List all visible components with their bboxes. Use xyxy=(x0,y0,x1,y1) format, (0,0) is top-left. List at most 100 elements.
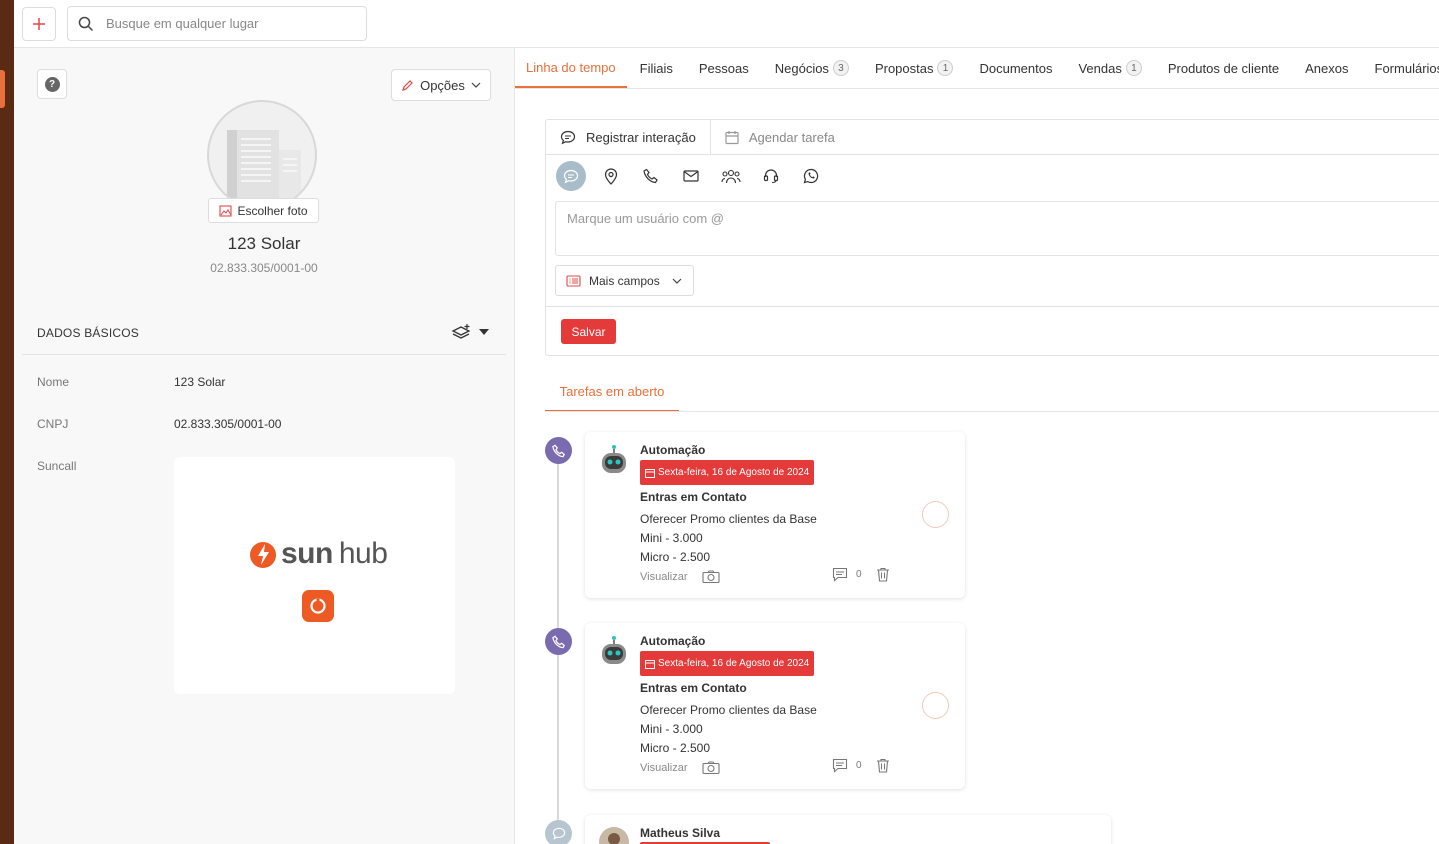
logo-hub-text: hub xyxy=(338,537,388,570)
calendar-icon xyxy=(725,130,739,144)
task-card[interactable]: Automação Sexta-feira, 16 de Agosto de 2… xyxy=(585,432,965,598)
tab-attachments[interactable]: Anexos xyxy=(1292,48,1361,88)
camera-icon[interactable] xyxy=(702,570,720,586)
comments-count: 0 xyxy=(856,569,862,580)
field-label-name: Nome xyxy=(37,375,70,389)
more-fields-button[interactable]: Mais campos xyxy=(555,265,694,296)
type-call-icon[interactable] xyxy=(636,161,666,191)
tab-register-interaction[interactable]: Registrar interação xyxy=(546,120,711,154)
type-visit-icon[interactable] xyxy=(596,161,626,191)
save-button[interactable]: Salvar xyxy=(561,319,616,344)
chevron-down-icon xyxy=(672,278,682,284)
company-name: 123 Solar xyxy=(227,234,301,253)
timeline-call-icon xyxy=(545,437,572,464)
view-link[interactable]: Visualizar xyxy=(640,762,688,774)
task-description-line: Micro - 2.500 xyxy=(640,741,711,755)
add-button[interactable] xyxy=(22,7,56,41)
layers-add-icon[interactable] xyxy=(451,323,471,341)
field-value-cnpj: 02.833.305/0001-00 xyxy=(174,417,282,431)
tab-open-tasks[interactable]: Tarefas em aberto xyxy=(545,372,679,412)
search-box[interactable] xyxy=(67,6,367,41)
tab-label: Anexos xyxy=(1305,60,1349,76)
comments-count: 0 xyxy=(856,760,862,771)
tab-documents[interactable]: Documentos xyxy=(966,48,1065,88)
divider xyxy=(545,411,1439,412)
tab-customer-products[interactable]: Produtos de cliente xyxy=(1155,48,1292,88)
comment-icon xyxy=(832,567,848,582)
caret-down-icon[interactable] xyxy=(479,329,489,335)
type-note-icon[interactable] xyxy=(556,161,586,191)
logo-sun-text: sun xyxy=(281,537,333,570)
count-badge: 3 xyxy=(832,60,849,76)
tab-people[interactable]: Pessoas xyxy=(686,48,762,88)
note-input[interactable]: Marque um usuário com @ xyxy=(555,201,1439,256)
count-badge: 1 xyxy=(937,60,954,76)
choose-photo-button[interactable]: Escolher foto xyxy=(208,198,319,223)
tab-label: Linha do tempo xyxy=(526,59,616,75)
tab-external-forms[interactable]: Formulários externos xyxy=(1362,48,1439,88)
tab-deals[interactable]: Negócios 3 xyxy=(762,48,862,88)
tab-label: Negócios xyxy=(774,60,829,76)
type-support-icon[interactable] xyxy=(756,161,786,191)
rail-active-indicator[interactable] xyxy=(0,70,5,108)
ring-icon xyxy=(310,598,326,614)
tab-sales[interactable]: Vendas 1 xyxy=(1065,48,1154,88)
count-badge: 1 xyxy=(1125,60,1142,76)
complete-task-toggle[interactable] xyxy=(922,501,949,528)
list-icon xyxy=(566,274,581,287)
task-author: Automação xyxy=(640,634,706,648)
trash-icon[interactable] xyxy=(876,758,890,776)
task-description-line: Micro - 2.500 xyxy=(640,550,711,564)
comments-counter[interactable]: 0 xyxy=(832,758,862,773)
calendar-icon xyxy=(645,659,655,669)
task-card[interactable]: Automação Sexta-feira, 16 de Agosto de 2… xyxy=(585,623,965,789)
tab-register-label: Registrar interação xyxy=(586,129,696,145)
timeline-call-icon xyxy=(545,628,572,655)
camera-icon[interactable] xyxy=(702,761,720,777)
tab-proposals[interactable]: Propostas 1 xyxy=(862,48,967,88)
type-meeting-icon[interactable] xyxy=(716,161,746,191)
interaction-card[interactable]: Matheus Silva xyxy=(585,815,1111,844)
type-whatsapp-icon[interactable] xyxy=(796,161,826,191)
section-actions xyxy=(451,323,489,341)
field-value-name: 123 Solar xyxy=(174,375,226,389)
view-link[interactable]: Visualizar xyxy=(640,571,688,583)
options-button[interactable]: Opções xyxy=(391,69,491,101)
interaction-author: Matheus Silva xyxy=(640,826,721,840)
tab-timeline[interactable]: Linha do tempo xyxy=(515,48,627,88)
sun-app-icon xyxy=(302,590,334,622)
company-avatar[interactable] xyxy=(207,100,317,210)
tab-branches[interactable]: Filiais xyxy=(627,48,686,88)
user-avatar xyxy=(599,827,629,844)
task-description-line: Mini - 3.000 xyxy=(640,722,703,736)
chevron-down-icon xyxy=(471,82,481,88)
more-fields-label: Mais campos xyxy=(589,273,660,288)
timeline-chat-icon xyxy=(545,820,572,844)
pencil-icon xyxy=(402,79,413,91)
trash-icon[interactable] xyxy=(876,567,890,585)
tab-schedule-task[interactable]: Agendar tarefa xyxy=(711,120,849,154)
interaction-composer: Registrar interação Agendar tarefa Marqu… xyxy=(545,119,1439,356)
image-icon xyxy=(219,204,233,217)
divider xyxy=(546,306,1439,307)
task-title: Entras em Contato xyxy=(640,681,747,695)
interaction-type-row xyxy=(556,161,826,191)
plus-icon xyxy=(33,18,45,30)
task-description-line: Oferecer Promo clientes da Base xyxy=(640,512,817,526)
help-icon: ? xyxy=(44,76,60,92)
calendar-icon xyxy=(645,468,655,478)
task-description-line: Oferecer Promo clientes da Base xyxy=(640,703,817,717)
search-input[interactable] xyxy=(106,16,346,31)
comments-counter[interactable]: 0 xyxy=(832,567,862,582)
top-bar xyxy=(14,0,1439,48)
tab-label: Pessoas xyxy=(698,60,749,76)
robot-avatar-icon xyxy=(599,635,629,670)
type-email-icon[interactable] xyxy=(676,161,706,191)
sun-bolt-icon xyxy=(250,542,276,568)
tab-label: Documentos xyxy=(979,60,1053,76)
suncall-logo-card: sun hub xyxy=(174,457,455,694)
task-author: Automação xyxy=(640,443,706,457)
help-button[interactable]: ? xyxy=(37,69,67,99)
task-description-line: Mini - 3.000 xyxy=(640,531,703,545)
complete-task-toggle[interactable] xyxy=(922,692,949,719)
